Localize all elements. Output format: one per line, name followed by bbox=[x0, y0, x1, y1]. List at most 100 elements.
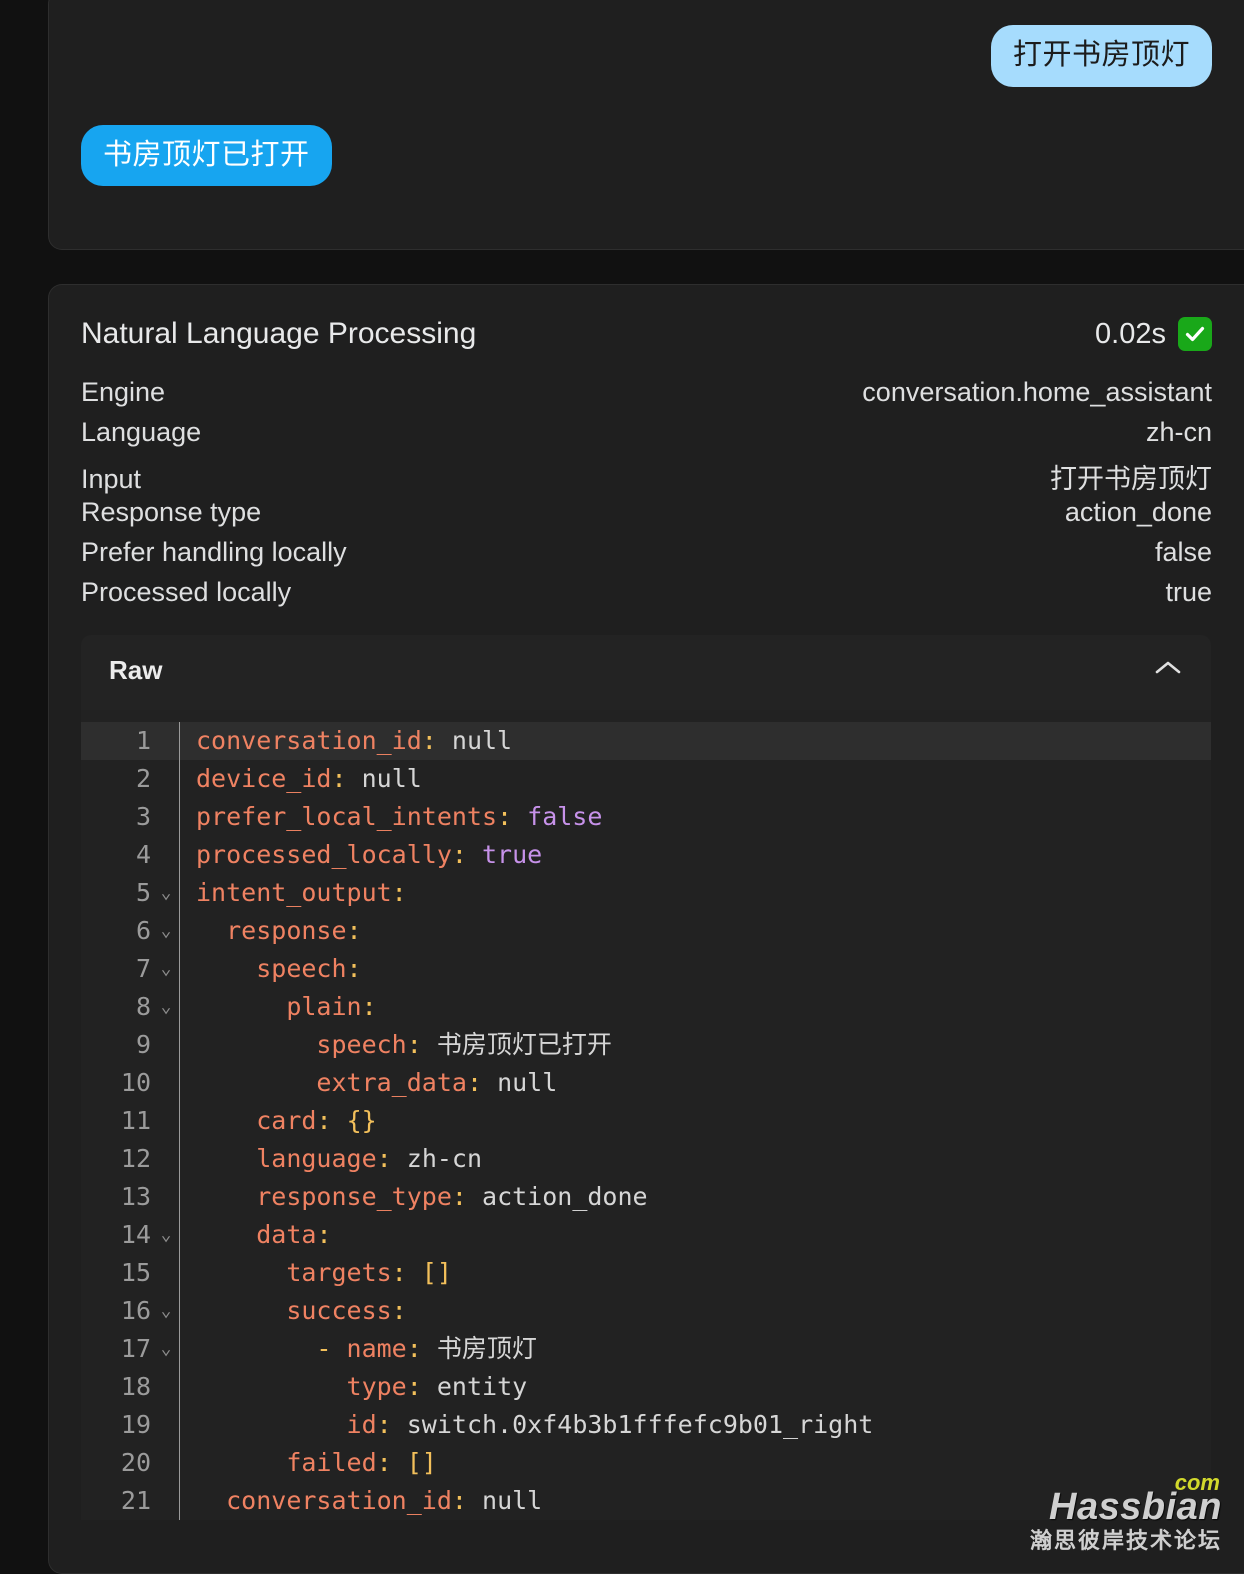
info-row: Language zh-cn bbox=[81, 417, 1212, 457]
chevron-down-fold-icon[interactable]: ⌄ bbox=[153, 912, 179, 950]
chat-message-row-assistant: 书房顶灯已打开 bbox=[49, 124, 1244, 187]
info-row: Response type action_done bbox=[81, 497, 1212, 537]
nlp-status-group: 0.02s bbox=[1095, 317, 1212, 351]
code-line: 10 extra_data: null bbox=[81, 1064, 1211, 1102]
code-text: device_id: null bbox=[196, 764, 422, 793]
line-number: 15 bbox=[120, 1258, 151, 1287]
gutter-separator bbox=[179, 836, 180, 874]
code-line: 16 ⌄ success: bbox=[81, 1292, 1211, 1330]
check-badge-icon bbox=[1178, 317, 1212, 351]
gutter-separator bbox=[179, 1482, 180, 1520]
chat-bubble-user: 打开书房顶灯 bbox=[990, 25, 1212, 87]
code-line: 3 prefer_local_intents: false bbox=[81, 798, 1211, 836]
line-number: 5 bbox=[135, 878, 151, 907]
code-text: type: entity bbox=[346, 1372, 528, 1401]
line-number: 7 bbox=[135, 954, 151, 983]
code-line: 13 response_type: action_done bbox=[81, 1178, 1211, 1216]
code-text: response_type: action_done bbox=[256, 1182, 648, 1211]
code-text: id: switch.0xf4b3b1fffefc9b01_right bbox=[346, 1410, 874, 1439]
info-label: Response type bbox=[81, 497, 262, 527]
info-value: false bbox=[1154, 537, 1212, 567]
info-label: Prefer handling locally bbox=[81, 537, 347, 567]
line-number: 12 bbox=[120, 1144, 151, 1173]
code-text: card: {} bbox=[256, 1106, 377, 1135]
gutter-separator bbox=[179, 798, 180, 836]
code-text: response: bbox=[226, 916, 362, 945]
gutter-separator bbox=[179, 1064, 180, 1102]
line-number: 9 bbox=[135, 1030, 151, 1059]
code-line: 4 processed_locally: true bbox=[81, 836, 1211, 874]
info-label: Language bbox=[81, 417, 202, 447]
raw-toggle-header[interactable]: Raw bbox=[81, 635, 1211, 710]
chat-bubble-assistant: 书房顶灯已打开 bbox=[81, 124, 332, 187]
chevron-up-icon[interactable] bbox=[1153, 658, 1183, 683]
code-line: 1 conversation_id: null bbox=[81, 722, 1211, 760]
gutter-separator bbox=[179, 1140, 180, 1178]
code-text: success: bbox=[286, 1296, 407, 1325]
chevron-down-fold-icon[interactable]: ⌄ bbox=[153, 874, 179, 912]
gutter-separator bbox=[179, 874, 180, 912]
code-line: 19 id: switch.0xf4b3b1fffefc9b01_right bbox=[81, 1406, 1211, 1444]
gutter-separator bbox=[179, 1444, 180, 1482]
gutter-separator bbox=[179, 760, 180, 798]
code-text: conversation_id: null bbox=[226, 1486, 543, 1515]
code-text: prefer_local_intents: false bbox=[196, 802, 603, 831]
raw-code-block[interactable]: 1 conversation_id: null 2 device_id: null 3 p… bbox=[81, 710, 1211, 1520]
nlp-header: Natural Language Processing 0.02s bbox=[49, 285, 1244, 351]
chevron-down-fold-icon[interactable]: ⌄ bbox=[153, 988, 179, 1026]
code-text: speech: 书房顶灯已打开 bbox=[316, 1030, 612, 1059]
code-line: 20 failed: [] bbox=[81, 1444, 1211, 1482]
line-number: 13 bbox=[120, 1182, 151, 1211]
chat-message-row-user: 打开书房顶灯 bbox=[49, 25, 1244, 87]
gutter-separator bbox=[179, 1026, 180, 1064]
info-row: Prefer handling locally false bbox=[81, 537, 1212, 577]
code-text: targets: [] bbox=[286, 1258, 452, 1287]
code-line: 5 ⌄ intent_output: bbox=[81, 874, 1211, 912]
code-line: 7 ⌄ speech: bbox=[81, 950, 1211, 988]
info-row: Input 打开书房顶灯 bbox=[81, 457, 1212, 497]
code-text: - name: 书房顶灯 bbox=[316, 1334, 537, 1363]
gutter-separator bbox=[179, 1102, 180, 1140]
gutter-separator bbox=[179, 912, 180, 950]
nlp-card: Natural Language Processing 0.02s Engine… bbox=[48, 284, 1244, 1574]
chevron-down-fold-icon[interactable]: ⌄ bbox=[153, 950, 179, 988]
line-number: 2 bbox=[135, 764, 151, 793]
code-line: 9 speech: 书房顶灯已打开 bbox=[81, 1026, 1211, 1064]
line-number: 3 bbox=[135, 802, 151, 831]
info-label: Processed locally bbox=[81, 577, 292, 607]
gutter-separator bbox=[179, 1216, 180, 1254]
code-text: plain: bbox=[286, 992, 377, 1021]
line-number: 14 bbox=[120, 1220, 151, 1249]
conversation-card: 打开书房顶灯 书房顶灯已打开 bbox=[48, 0, 1244, 250]
line-number: 1 bbox=[135, 726, 151, 755]
raw-panel: Raw 1 conversation_id: null 2 device_id: nu… bbox=[81, 635, 1211, 1520]
code-text: intent_output: bbox=[196, 878, 407, 907]
gutter-separator bbox=[179, 1178, 180, 1216]
chevron-down-fold-icon[interactable]: ⌄ bbox=[153, 1330, 179, 1368]
code-text: language: zh-cn bbox=[256, 1144, 483, 1173]
info-value: zh-cn bbox=[1145, 417, 1212, 447]
chevron-down-fold-icon[interactable]: ⌄ bbox=[153, 1292, 179, 1330]
info-row: Engine conversation.home_assistant bbox=[81, 377, 1212, 417]
chevron-down-fold-icon[interactable]: ⌄ bbox=[153, 1216, 179, 1254]
code-text: data: bbox=[256, 1220, 332, 1249]
line-number: 21 bbox=[120, 1486, 151, 1515]
gutter-separator bbox=[179, 950, 180, 988]
code-line: 8 ⌄ plain: bbox=[81, 988, 1211, 1026]
line-number: 17 bbox=[120, 1334, 151, 1363]
line-number: 19 bbox=[120, 1410, 151, 1439]
nlp-title: Natural Language Processing bbox=[81, 317, 477, 350]
code-line: 11 card: {} bbox=[81, 1102, 1211, 1140]
gutter-separator bbox=[179, 988, 180, 1026]
nlp-duration: 0.02s bbox=[1095, 317, 1166, 350]
